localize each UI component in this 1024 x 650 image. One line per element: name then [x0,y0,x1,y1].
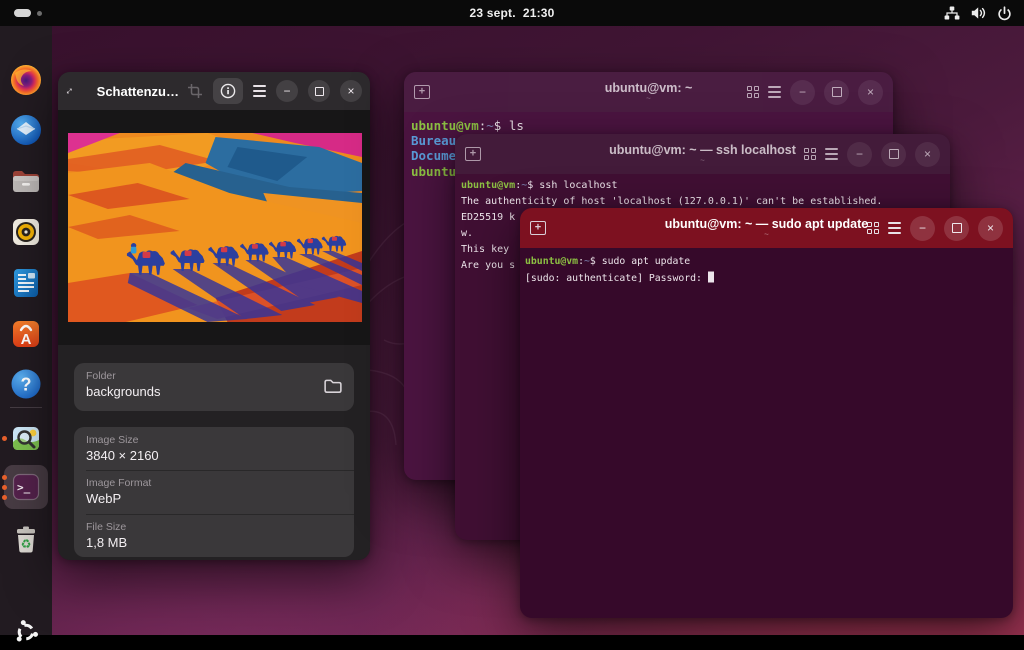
image-viewer-icon [9,421,43,455]
trash-icon: ♻ [9,522,43,556]
terminal-body-3[interactable]: ubuntu@vm:~$ sudo apt update[sudo: authe… [520,248,1013,292]
files-folder-icon [9,164,43,198]
terminal1-headerbar[interactable]: ubuntu@vm: ~ ~ − × [404,72,893,112]
terminal2-menu-button[interactable] [825,148,838,160]
dock-separator [10,407,42,408]
svg-text:A: A [21,331,32,348]
viewer-window-title: Schattenzu… [97,84,179,99]
clock[interactable]: 23 sept. 21:30 [0,0,1024,26]
terminal-icon: >_ [9,470,43,504]
dock-item-trash[interactable]: ♻ [8,521,44,557]
row-divider [86,470,354,471]
maximize-icon [952,223,962,233]
terminal1-subtitle: ~ [646,94,651,103]
dock-item-terminal[interactable]: >_ [8,469,44,505]
terminal1-close-button[interactable]: × [858,80,883,105]
crop-icon [187,83,203,99]
terminal2-subtitle: ~ [700,156,705,165]
folder-card: Folder backgrounds [74,363,354,411]
dock-item-help[interactable]: ? [8,366,44,402]
thunderbird-icon [9,113,43,147]
details-card: Image Size 3840 × 2160 Image Format WebP… [74,427,354,557]
dock-item-image-viewer[interactable] [8,420,44,456]
terminal3-subtitle: ~ [764,230,769,239]
volume-icon [971,6,986,20]
dock-item-rhythmbox[interactable] [8,214,44,250]
terminal3-title: ubuntu@vm: ~ — sudo apt update [665,217,869,231]
dock-item-files[interactable] [8,163,44,199]
dock-item-app-center[interactable]: A [8,316,44,352]
image-format-value: WebP [86,491,151,506]
maximize-icon [889,149,899,159]
top-bar: 23 sept. 21:30 [0,0,1024,26]
info-icon [220,83,236,99]
terminal1-menu-button[interactable] [768,86,781,98]
svg-text:?: ? [21,375,32,395]
folder-icon [324,378,342,394]
network-icon [944,6,960,21]
folder-value: backgrounds [86,384,160,399]
open-folder-button[interactable] [324,378,342,394]
power-icon [997,6,1012,21]
app-center-icon: A [9,317,43,351]
dock-item-show-apps[interactable] [8,614,44,650]
dock-item-libreoffice-writer[interactable] [8,265,44,301]
row-divider [86,514,354,515]
running-dot [2,485,7,490]
terminal3-headerbar[interactable]: ubuntu@vm: ~ — sudo apt update ~ − × [520,208,1013,248]
viewer-close-button[interactable]: × [340,80,362,102]
image-format-label: Image Format [86,477,151,489]
terminal3-maximize-button[interactable] [944,216,969,241]
svg-text:>_: >_ [17,481,31,494]
tab-overview-icon[interactable] [747,86,759,98]
viewer-image-viewport[interactable] [58,110,370,345]
tab-overview-icon[interactable] [804,148,816,160]
viewer-minimize-button[interactable]: − [276,80,298,102]
caravan-image [68,133,362,322]
image-size-value: 3840 × 2160 [86,448,159,463]
image-size-label: Image Size [86,434,159,446]
terminal-window-3-sudo: ubuntu@vm: ~ — sudo apt update ~ − × ubu… [520,208,1013,618]
dock-item-thunderbird[interactable] [8,112,44,148]
firefox-icon [9,63,43,97]
properties-toggle-button[interactable] [213,78,243,104]
dock: A ? >_ [0,26,52,635]
file-size-label: File Size [86,521,127,533]
new-tab-icon[interactable] [465,147,481,161]
terminal1-title: ubuntu@vm: ~ [605,81,693,95]
terminal3-close-button[interactable]: × [978,216,1003,241]
terminal3-minimize-button[interactable]: − [910,216,935,241]
dock-item-firefox[interactable] [8,62,44,98]
tab-overview-icon[interactable] [867,222,879,234]
viewer-menu-button[interactable] [253,85,266,97]
new-tab-icon[interactable] [414,85,430,99]
rhythmbox-icon [9,215,43,249]
running-dot [2,495,7,500]
new-tab-icon[interactable] [530,221,546,235]
folder-label: Folder [86,370,160,382]
terminal3-menu-button[interactable] [888,222,901,234]
maximize-icon [832,87,842,97]
terminal2-close-button[interactable]: × [915,142,940,167]
terminal2-maximize-button[interactable] [881,142,906,167]
viewer-maximize-button[interactable] [308,80,330,102]
terminal1-maximize-button[interactable] [824,80,849,105]
fullscreen-icon[interactable] [66,83,73,99]
terminal2-headerbar[interactable]: ubuntu@vm: ~ — ssh localhost ~ − × [455,134,950,174]
viewer-headerbar[interactable]: Schattenzu… − × [58,72,370,110]
svg-text:♻: ♻ [21,537,32,551]
help-icon: ? [9,367,43,401]
terminal2-title: ubuntu@vm: ~ — ssh localhost [609,143,796,157]
image-viewer-window: Schattenzu… − × [58,72,370,560]
file-size-value: 1,8 MB [86,535,127,550]
maximize-icon [315,87,324,96]
running-dot [2,436,7,441]
running-dot [2,475,7,480]
terminal2-minimize-button[interactable]: − [847,142,872,167]
terminal1-minimize-button[interactable]: − [790,80,815,105]
system-status-area[interactable] [940,0,1016,26]
libreoffice-writer-icon [9,266,43,300]
viewer-properties-panel: Folder backgrounds Image Size 3840 × 216… [58,345,370,560]
ubuntu-logo-icon [10,616,42,648]
